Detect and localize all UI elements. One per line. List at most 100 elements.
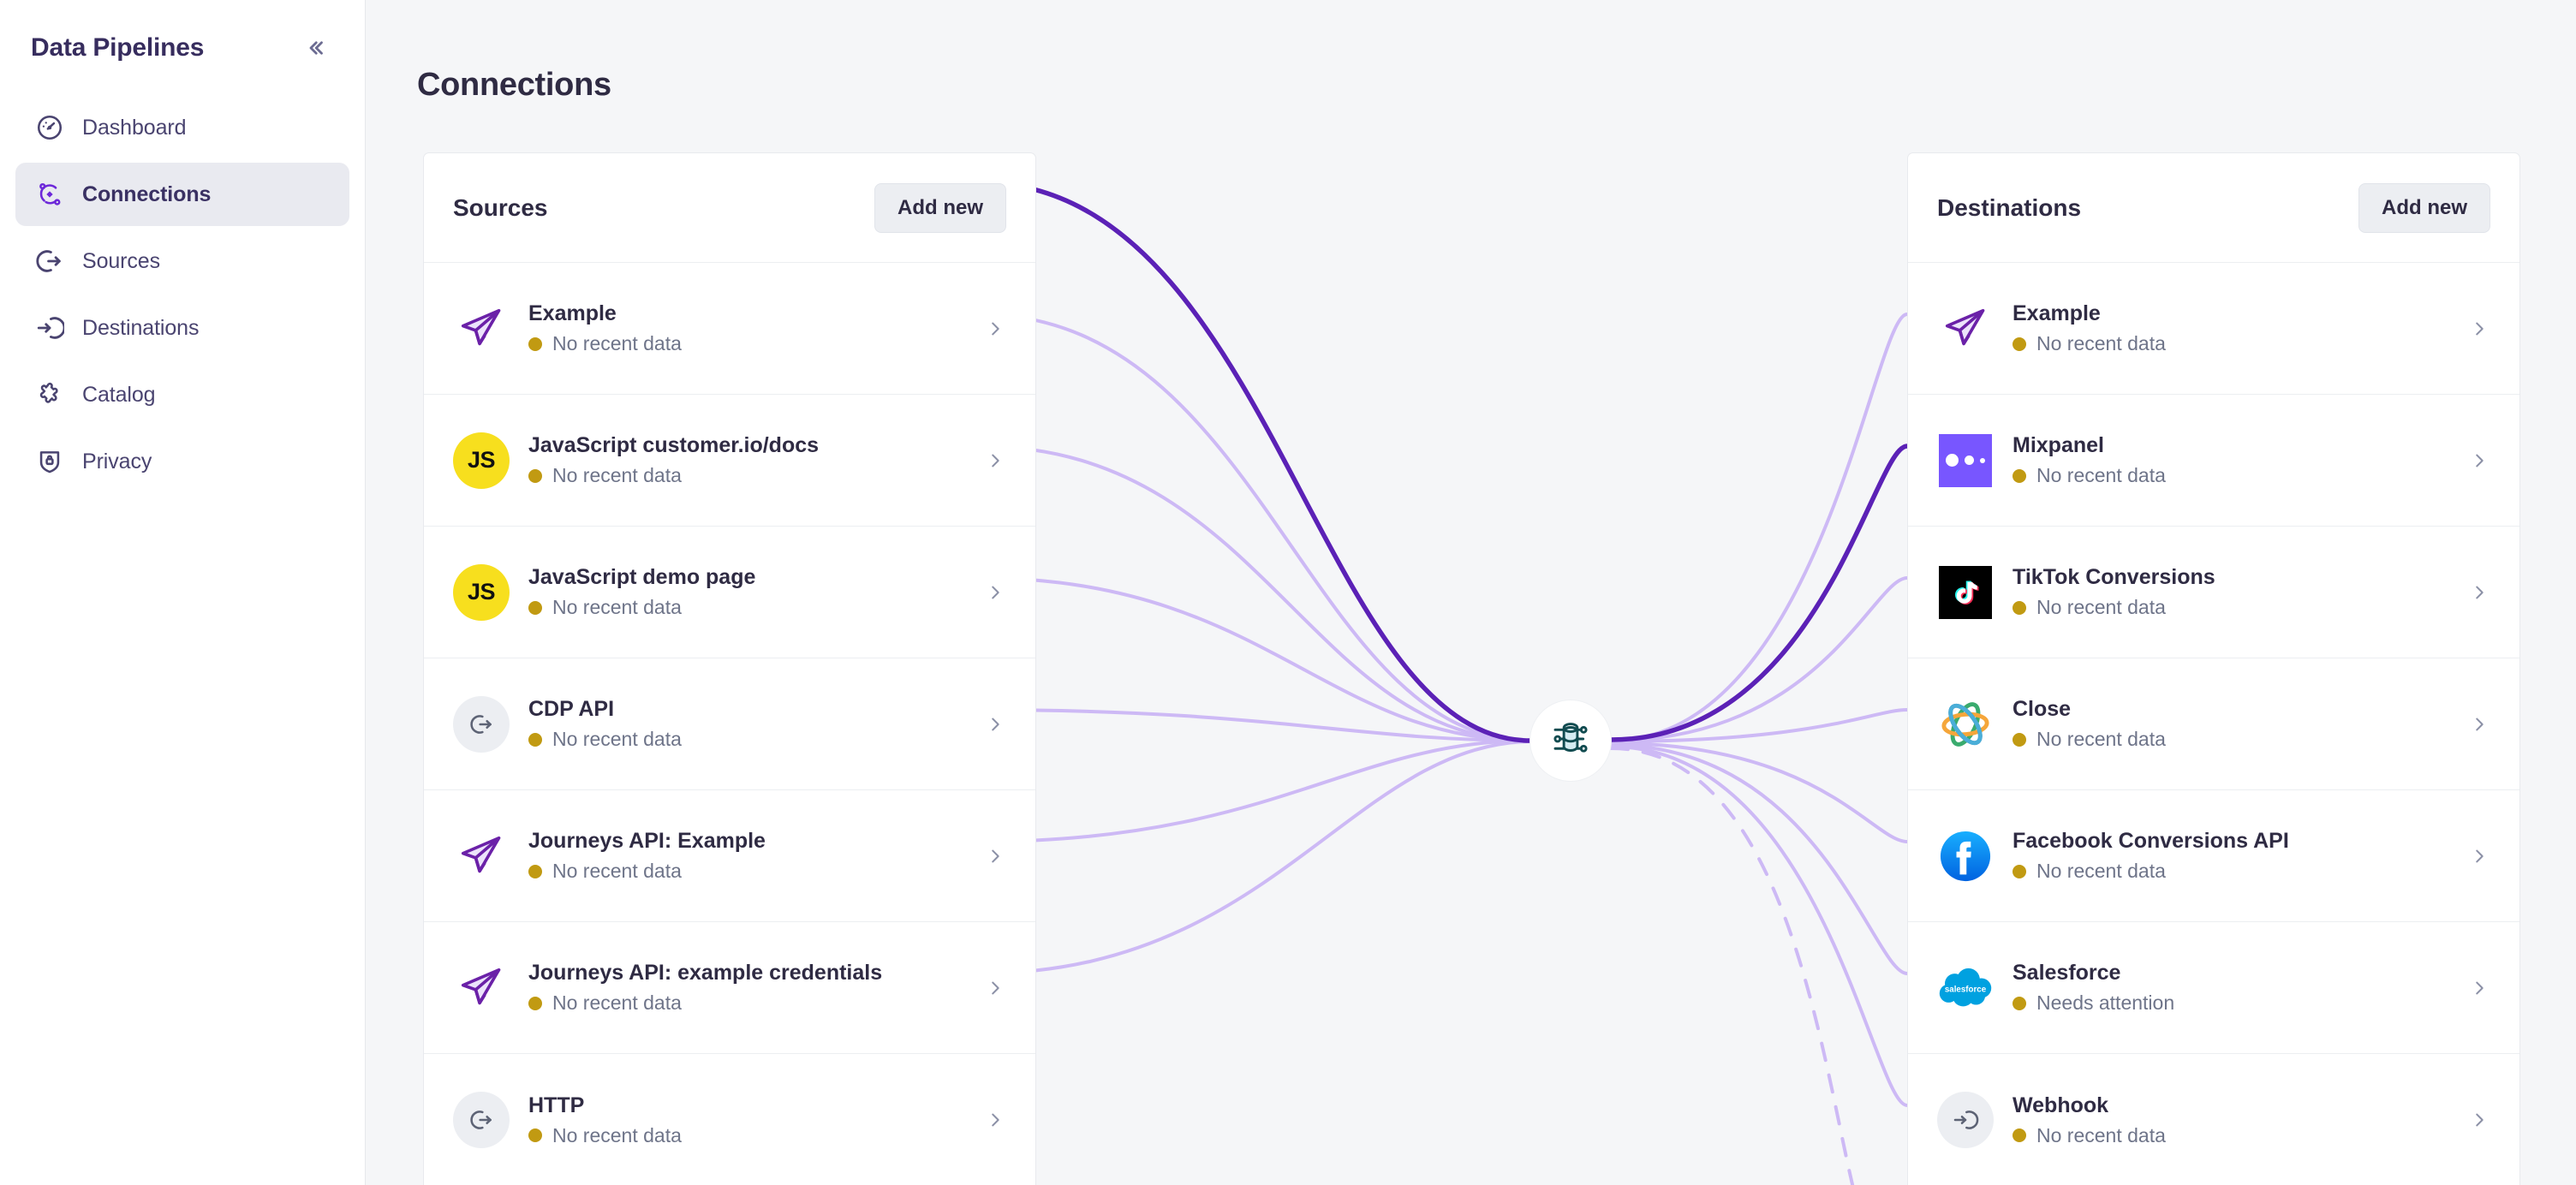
status-dot-icon <box>2012 1128 2026 1142</box>
flow-link-dest-5 <box>1609 741 1909 843</box>
source-name: HTTP <box>528 1093 585 1117</box>
chevron-right-icon[interactable] <box>984 847 1006 866</box>
flow-link-source-7 <box>977 740 1532 975</box>
destination-status: No recent data <box>2012 332 2468 355</box>
destination-status: No recent data <box>2012 728 2468 751</box>
arrow-out-circle-icon <box>453 695 510 753</box>
mixpanel-icon <box>1937 432 1994 489</box>
source-info: Journeys API: example credentials No rec… <box>528 961 984 1015</box>
chevron-right-icon[interactable] <box>2468 1111 2490 1129</box>
status-dot-icon <box>2012 600 2026 615</box>
sidebar-item-connections[interactable]: Connections <box>15 163 349 226</box>
source-status: No recent data <box>528 464 984 487</box>
sidebar-item-label: Sources <box>82 248 161 273</box>
flow-link-source-3 <box>977 444 1532 742</box>
source-status: No recent data <box>528 991 984 1015</box>
sources-panel: Sources Add new Example No recent data J… <box>423 152 1036 1185</box>
destination-row-webhook[interactable]: Webhook No recent data <box>1908 1054 2519 1185</box>
sidebar-item-label: Destinations <box>82 315 200 340</box>
chevrons-left-icon[interactable] <box>296 29 334 67</box>
source-row-example[interactable]: Example No recent data <box>424 263 1035 395</box>
arrow-in-circle-icon <box>1937 1092 1994 1148</box>
chevron-right-icon[interactable] <box>2468 319 2490 338</box>
status-dot-icon <box>528 336 542 351</box>
chevron-right-icon[interactable] <box>2468 583 2490 602</box>
chevron-right-icon[interactable] <box>984 715 1006 734</box>
sidebar-nav: Dashboard Connections Sources Destinatio… <box>0 96 365 493</box>
paper-plane-icon <box>1937 301 1994 357</box>
brand-title: Data Pipelines <box>31 33 205 62</box>
source-status: No recent data <box>528 332 984 355</box>
destinations-panel: Destinations Add new Example No recent d… <box>1907 152 2520 1185</box>
chevron-right-icon[interactable] <box>984 979 1006 997</box>
flow-link-dest-6 <box>1609 743 1909 975</box>
source-row-journeys-api-credentials[interactable]: Journeys API: example credentials No rec… <box>424 922 1035 1054</box>
main-content: Connections Sources Add new Example No r… <box>366 0 2576 1185</box>
source-row-javascript-demo[interactable]: JS JavaScript demo page No recent data <box>424 527 1035 658</box>
chevron-right-icon[interactable] <box>2468 979 2490 997</box>
destinations-title: Destinations <box>1937 194 2082 221</box>
sidebar-item-label: Dashboard <box>82 115 187 140</box>
connections-icon <box>34 179 65 210</box>
source-name: Journeys API: Example <box>528 829 766 853</box>
source-status-text: No recent data <box>552 596 682 618</box>
sidebar-item-privacy[interactable]: Privacy <box>15 430 349 493</box>
cdp-hub <box>1530 700 1611 781</box>
tiktok-icon <box>1937 564 1994 621</box>
destination-status-text: No recent data <box>2036 728 2166 750</box>
destination-row-close[interactable]: Close No recent data <box>1908 658 2519 790</box>
add-new-source-button[interactable]: Add new <box>874 182 1006 233</box>
destination-name: Close <box>2012 697 2072 721</box>
chevron-right-icon[interactable] <box>984 583 1006 602</box>
status-dot-icon <box>2012 468 2026 483</box>
source-row-http[interactable]: HTTP No recent data <box>424 1054 1035 1185</box>
destination-status: No recent data <box>2012 1124 2468 1147</box>
chevron-right-icon[interactable] <box>984 1111 1006 1129</box>
flow-link-source-1-highlight <box>976 180 1533 743</box>
sidebar-item-label: Connections <box>82 182 212 206</box>
source-row-cdp-api[interactable]: CDP API No recent data <box>424 658 1035 790</box>
flow-link-dest-7 <box>1609 745 1909 1107</box>
destination-row-tiktok-conversions[interactable]: TikTok Conversions No recent data <box>1908 527 2519 658</box>
chevron-right-icon[interactable] <box>2468 847 2490 866</box>
chevron-right-icon[interactable] <box>2468 715 2490 734</box>
destination-info: Close No recent data <box>2012 697 2468 751</box>
destination-row-salesforce[interactable]: salesforce Salesforce Needs attention <box>1908 922 2519 1054</box>
destination-status: No recent data <box>2012 464 2468 487</box>
destination-info: Webhook No recent data <box>2012 1093 2468 1147</box>
source-name: JavaScript customer.io/docs <box>528 433 820 457</box>
page-title: Connections <box>417 67 611 103</box>
chevron-right-icon[interactable] <box>2468 451 2490 470</box>
destination-row-example[interactable]: Example No recent data <box>1908 263 2519 395</box>
flow-link-dest-3 <box>1609 576 1909 742</box>
sidebar-item-sources[interactable]: Sources <box>15 229 349 293</box>
destinations-panel-header: Destinations Add new <box>1908 153 2519 263</box>
source-name: CDP API <box>528 697 615 721</box>
add-new-destination-button[interactable]: Add new <box>2358 182 2490 233</box>
source-row-journeys-api-example[interactable]: Journeys API: Example No recent data <box>424 790 1035 922</box>
destination-name: Salesforce <box>2012 961 2121 985</box>
sidebar-item-destinations[interactable]: Destinations <box>15 296 349 360</box>
destination-row-mixpanel[interactable]: Mixpanel No recent data <box>1908 395 2519 527</box>
flow-link-dest-1 <box>1609 313 1909 742</box>
sidebar-header: Data Pipelines <box>0 0 365 72</box>
flow-link-pending-dashed <box>1609 747 1855 1185</box>
source-name: JavaScript demo page <box>528 565 756 589</box>
source-info: HTTP No recent data <box>528 1093 984 1147</box>
flow-link-source-4 <box>977 576 1532 742</box>
sidebar-item-catalog[interactable]: Catalog <box>15 363 349 426</box>
sidebar-item-dashboard[interactable]: Dashboard <box>15 96 349 159</box>
destination-info: TikTok Conversions No recent data <box>2012 565 2468 619</box>
destination-status-text: Needs attention <box>2036 991 2175 1014</box>
source-status: No recent data <box>528 596 984 619</box>
status-dot-icon <box>528 600 542 615</box>
source-row-javascript-docs[interactable]: JS JavaScript customer.io/docs No recent… <box>424 395 1035 527</box>
source-status-text: No recent data <box>552 860 682 882</box>
status-dot-icon <box>2012 864 2026 878</box>
chevron-right-icon[interactable] <box>984 451 1006 470</box>
status-dot-icon <box>528 732 542 747</box>
paper-plane-icon <box>453 301 510 357</box>
chevron-right-icon[interactable] <box>984 319 1006 338</box>
destination-row-facebook-conversions-api[interactable]: Facebook Conversions API No recent data <box>1908 790 2519 922</box>
status-dot-icon <box>528 1128 542 1142</box>
